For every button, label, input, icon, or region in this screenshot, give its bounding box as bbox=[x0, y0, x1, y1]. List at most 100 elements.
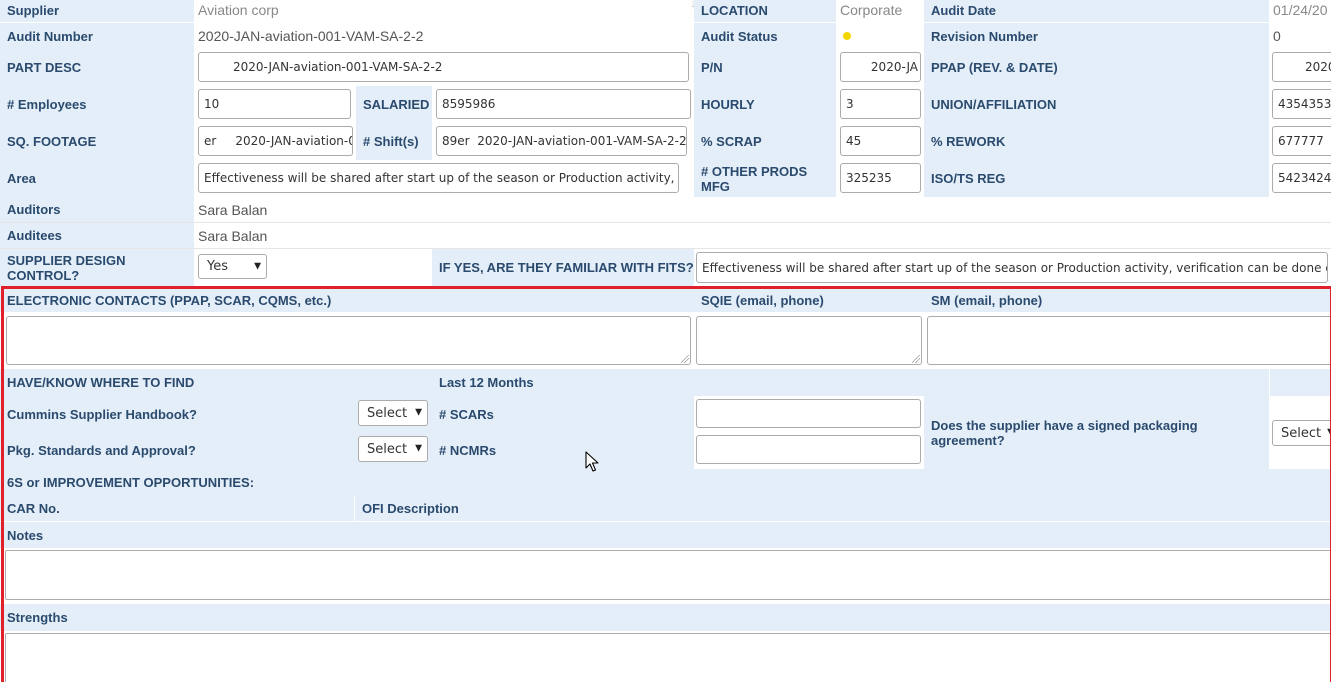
car-no-header: CAR No. bbox=[7, 501, 60, 516]
auditors-label: Auditors bbox=[0, 197, 194, 222]
last-12-months-label: Last 12 Months bbox=[439, 375, 534, 390]
familiar-fits-input[interactable]: Effectiveness will be shared after start… bbox=[696, 252, 1328, 283]
chevron-down-icon: ▼ bbox=[415, 443, 422, 454]
audit-number-row: Audit Number 2020-JAN-aviation-001-VAM-S… bbox=[0, 23, 1331, 49]
sqie-label: SQIE (email, phone) bbox=[701, 292, 824, 308]
design-control-row: SUPPLIER DESIGN CONTROL? Yes ▼ IF YES, A… bbox=[0, 249, 1331, 286]
audit-number-value: 2020-JAN-aviation-001-VAM-SA-2-2 bbox=[194, 23, 692, 49]
revision-number-value: 0 bbox=[1269, 23, 1331, 49]
location-value: Corporate bbox=[836, 0, 924, 22]
auditees-value: Sara Balan bbox=[194, 223, 1331, 248]
area-row: Area Effectiveness will be shared after … bbox=[0, 160, 1331, 197]
pkg-select[interactable]: Select ▼ bbox=[358, 436, 428, 462]
pn-label: P/N bbox=[694, 49, 836, 86]
sm-textarea[interactable] bbox=[927, 316, 1331, 365]
employees-row: # Employees 10 SALARIED 8595986 HOURLY 3… bbox=[0, 86, 1331, 123]
part-desc-label: PART DESC bbox=[0, 49, 194, 86]
resize-grip-icon[interactable] bbox=[912, 355, 920, 363]
audit-date-value: 01/24/20 bbox=[1269, 0, 1331, 22]
iso-ts-label: ISO/TS REG bbox=[924, 160, 1269, 197]
auditors-row: Auditors Sara Balan bbox=[0, 197, 1331, 223]
familiar-fits-label: IF YES, ARE THEY FAMILIAR WITH FITS? bbox=[432, 249, 694, 286]
scrap-label: % SCRAP bbox=[694, 123, 836, 160]
shifts-label: # Shift(s) bbox=[356, 123, 432, 160]
ofi-description-header: OFI Description bbox=[354, 496, 1331, 521]
supplier-value: Aviation corp bbox=[194, 0, 692, 22]
audit-status-label: Audit Status bbox=[694, 23, 836, 49]
design-control-label: SUPPLIER DESIGN CONTROL? bbox=[0, 249, 194, 286]
supplier-row: Supplier Aviation corp LOCATION Corporat… bbox=[0, 0, 1331, 22]
other-prods-label: # OTHER PRODS MFG bbox=[694, 160, 836, 197]
union-input[interactable]: 4354353 bbox=[1272, 89, 1331, 119]
have-know-label: HAVE/KNOW WHERE TO FIND bbox=[7, 375, 195, 390]
strengths-label: Strengths bbox=[7, 610, 68, 625]
sqie-textarea[interactable] bbox=[696, 316, 922, 365]
contacts-header-row: ELECTRONIC CONTACTS (PPAP, SCAR, CQMS, e… bbox=[0, 288, 1331, 312]
notes-label: Notes bbox=[7, 527, 44, 543]
iso-ts-input[interactable]: 5423424 bbox=[1272, 163, 1331, 193]
scars-label: # SCARs bbox=[432, 396, 694, 432]
contacts-inputs-row bbox=[0, 312, 1331, 368]
pkg-selected: Select bbox=[367, 441, 408, 457]
other-prods-input[interactable]: 325235 bbox=[840, 163, 921, 193]
status-dot-icon bbox=[843, 32, 851, 40]
car-ofi-header-row: CAR No. OFI Description bbox=[0, 496, 1331, 521]
rework-label: % REWORK bbox=[924, 123, 1269, 160]
salaried-label: SALARIED bbox=[356, 86, 432, 123]
union-label: UNION/AFFILIATION bbox=[924, 86, 1269, 123]
part-desc-input[interactable]: 2020-JAN-aviation-001-VAM-SA-2-2 bbox=[198, 52, 689, 82]
area-input[interactable]: Effectiveness will be shared after start… bbox=[198, 163, 679, 193]
auditees-row: Auditees Sara Balan bbox=[0, 223, 1331, 249]
agreement-selected: Select bbox=[1281, 425, 1322, 441]
mouse-cursor-icon bbox=[585, 451, 599, 472]
handbook-label: Cummins Supplier Handbook? bbox=[0, 396, 356, 432]
notes-textarea[interactable] bbox=[5, 550, 1331, 600]
employees-label: # Employees bbox=[0, 86, 194, 123]
sq-footage-label: SQ. FOOTAGE bbox=[0, 123, 194, 160]
rework-input[interactable]: 677777 bbox=[1272, 126, 1331, 156]
resize-grip-icon[interactable] bbox=[681, 355, 689, 363]
handbook-selected: Select bbox=[367, 405, 408, 421]
scars-input[interactable] bbox=[696, 399, 921, 428]
ppap-input[interactable]: 2020 bbox=[1272, 52, 1331, 82]
employees-input[interactable]: 10 bbox=[198, 89, 351, 119]
part-desc-row: PART DESC 2020-JAN-aviation-001-VAM-SA-2… bbox=[0, 49, 1331, 86]
pn-input[interactable]: 2020-JA bbox=[840, 52, 921, 82]
improvement-title-row: 6S or IMPROVEMENT OPPORTUNITIES: bbox=[0, 469, 1331, 496]
ppap-label: PPAP (REV. & DATE) bbox=[924, 49, 1269, 86]
ncmrs-input[interactable] bbox=[696, 435, 921, 464]
sq-footage-input[interactable]: er 2020-JAN-aviation-00 bbox=[198, 126, 353, 156]
revision-number-label: Revision Number bbox=[924, 23, 1269, 49]
strengths-area-row bbox=[0, 631, 1331, 682]
sq-footage-row: SQ. FOOTAGE er 2020-JAN-aviation-00 # Sh… bbox=[0, 123, 1331, 160]
design-control-selected: Yes bbox=[207, 259, 228, 274]
location-label: LOCATION bbox=[694, 0, 836, 22]
sm-label: SM (email, phone) bbox=[931, 292, 1043, 308]
chevron-down-icon: ▼ bbox=[1327, 428, 1331, 438]
shifts-input[interactable]: 89er 2020-JAN-aviation-001-VAM-SA-2-2 bbox=[436, 126, 687, 156]
audit-status-value bbox=[836, 23, 924, 49]
electronic-contacts-label: ELECTRONIC CONTACTS (PPAP, SCAR, CQMS, e… bbox=[7, 292, 332, 308]
strengths-textarea[interactable] bbox=[5, 633, 1331, 682]
hourly-input[interactable]: 3 bbox=[840, 89, 921, 119]
have-know-row: HAVE/KNOW WHERE TO FIND Last 12 Months bbox=[0, 369, 1331, 396]
chevron-down-icon: ▼ bbox=[415, 407, 422, 418]
chevron-down-icon: ▼ bbox=[254, 261, 261, 271]
scrap-input[interactable]: 45 bbox=[840, 126, 921, 156]
improvement-title: 6S or IMPROVEMENT OPPORTUNITIES: bbox=[7, 475, 255, 490]
handbook-select[interactable]: Select ▼ bbox=[358, 400, 428, 426]
notes-header-row: Notes bbox=[0, 521, 1331, 548]
area-label: Area bbox=[0, 160, 194, 197]
hourly-label: HOURLY bbox=[694, 86, 836, 123]
audit-date-label: Audit Date bbox=[924, 0, 1269, 22]
auditees-label: Auditees bbox=[0, 223, 194, 248]
auditors-value: Sara Balan bbox=[194, 197, 1331, 222]
agreement-select[interactable]: Select ▼ bbox=[1272, 420, 1331, 446]
salaried-input[interactable]: 8595986 bbox=[436, 89, 691, 119]
audit-number-label: Audit Number bbox=[0, 23, 194, 49]
strengths-header-row: Strengths bbox=[0, 604, 1331, 631]
ncmrs-label: # NCMRs bbox=[432, 432, 694, 469]
electronic-contacts-textarea[interactable] bbox=[6, 316, 691, 365]
design-control-select[interactable]: Yes ▼ bbox=[198, 254, 267, 279]
notes-area-row bbox=[0, 548, 1331, 602]
